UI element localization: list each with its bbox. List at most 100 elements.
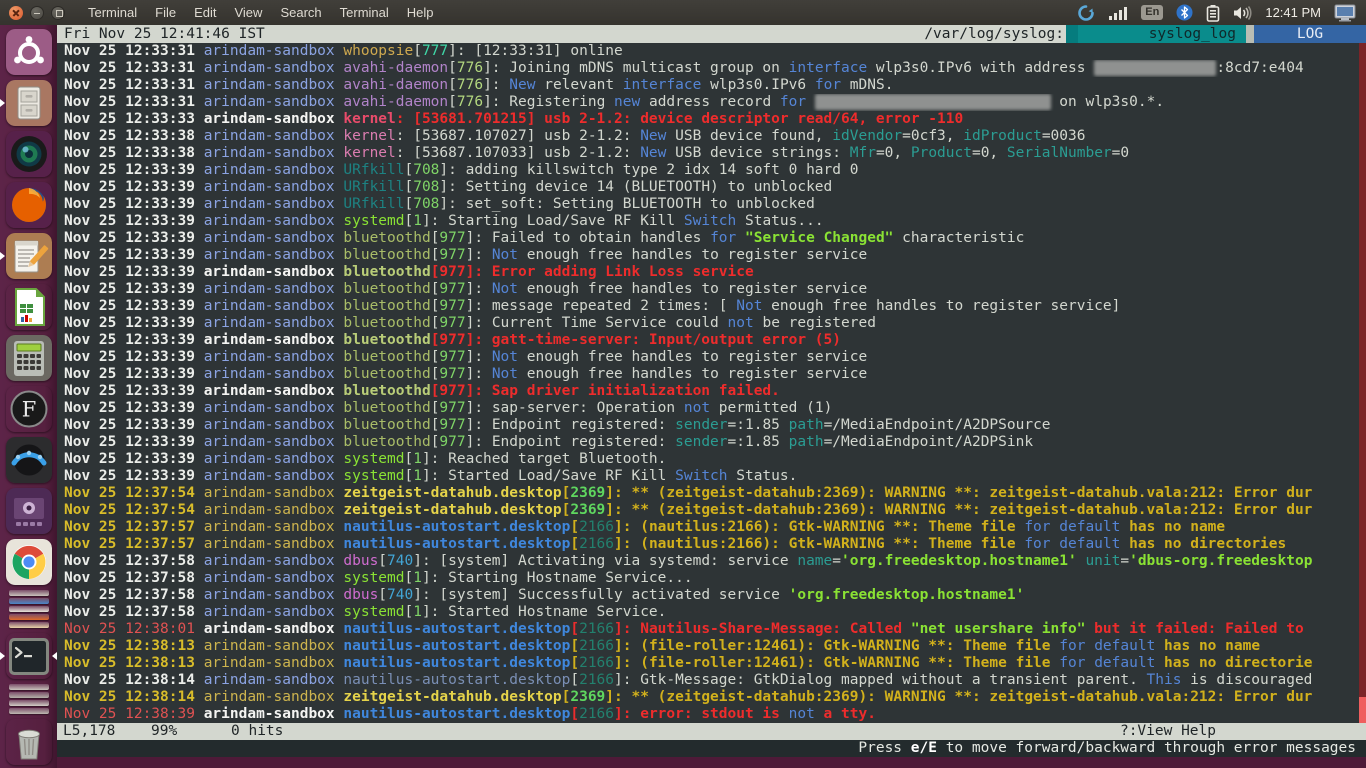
log-line: Nov 25 12:33:31 arindam-sandbox avahi-da… xyxy=(57,94,1366,111)
log-line: Nov 25 12:37:58 arindam-sandbox systemd[… xyxy=(57,604,1366,621)
stacked-app-sliver xyxy=(9,700,49,706)
menu-help-6[interactable]: Help xyxy=(398,0,443,25)
launcher-item-camera[interactable] xyxy=(0,131,57,177)
stacked-app-sliver xyxy=(9,614,49,620)
terminal-icon xyxy=(6,633,52,679)
log-view: Nov 25 12:33:31 arindam-sandbox whoopsie… xyxy=(57,43,1366,723)
log-line: Nov 25 12:38:39 arindam-sandbox nautilus… xyxy=(57,706,1366,723)
lnav-header-gap xyxy=(1246,25,1254,43)
keyboard-layout-indicator[interactable]: En xyxy=(1141,5,1163,20)
log-line: Nov 25 12:33:39 arindam-sandbox bluetoot… xyxy=(57,230,1366,247)
launcher-item-calculator[interactable] xyxy=(0,335,57,381)
log-line: Nov 25 12:37:54 arindam-sandbox zeitgeis… xyxy=(57,485,1366,502)
launcher-item-files[interactable] xyxy=(0,80,57,126)
camera-icon xyxy=(6,131,52,177)
launcher-item-terminal[interactable] xyxy=(0,633,57,679)
log-line: Nov 25 12:33:31 arindam-sandbox avahi-da… xyxy=(57,60,1366,77)
menu-edit-2[interactable]: Edit xyxy=(185,0,225,25)
maximize-button[interactable] xyxy=(51,6,65,20)
log-line: Nov 25 12:33:31 arindam-sandbox whoopsie… xyxy=(57,43,1366,60)
log-line: Nov 25 12:37:58 arindam-sandbox dbus[740… xyxy=(57,587,1366,604)
lnav-mode-badge: LOG xyxy=(1254,25,1366,43)
log-line: Nov 25 12:33:39 arindam-sandbox bluetoot… xyxy=(57,349,1366,366)
battery-icon[interactable] xyxy=(1206,4,1220,22)
log-line: Nov 25 12:33:39 arindam-sandbox bluetoot… xyxy=(57,332,1366,349)
close-button[interactable] xyxy=(9,6,23,20)
launcher-item-libreoffice-calc[interactable] xyxy=(0,284,57,330)
lnav-header: Fri Nov 25 12:41:46 IST /var/log/syslog:… xyxy=(57,25,1366,43)
menubar: TerminalFileEditViewSearchTerminalHelp E… xyxy=(0,0,1366,25)
lnav-clock: Fri Nov 25 12:41:46 IST xyxy=(57,25,265,43)
stacked-app-sliver xyxy=(9,684,49,690)
fold-lower-stack-icon[interactable] xyxy=(0,684,57,714)
log-line: Nov 25 12:37:54 arindam-sandbox zeitgeis… xyxy=(57,502,1366,519)
launcher-item-openshot[interactable] xyxy=(0,437,57,483)
clock[interactable]: 12:41 PM xyxy=(1265,5,1321,20)
log-line: Nov 25 12:33:39 arindam-sandbox systemd[… xyxy=(57,451,1366,468)
running-indicator xyxy=(0,252,5,260)
log-line: Nov 25 12:33:31 arindam-sandbox avahi-da… xyxy=(57,77,1366,94)
menu-terminal-0[interactable]: Terminal xyxy=(79,0,146,25)
fold-upper-stack-icon[interactable] xyxy=(0,590,57,628)
log-line: Nov 25 12:33:39 arindam-sandbox bluetoot… xyxy=(57,417,1366,434)
log-line: Nov 25 12:38:14 arindam-sandbox nautilus… xyxy=(57,672,1366,689)
launcher-item-trash[interactable] xyxy=(0,719,57,765)
log-line: Nov 25 12:33:38 arindam-sandbox kernel: … xyxy=(57,128,1366,145)
stacked-app-sliver xyxy=(9,606,49,612)
log-line: Nov 25 12:33:39 arindam-sandbox URfkill[… xyxy=(57,179,1366,196)
session-menu-icon[interactable] xyxy=(1334,4,1356,22)
log-line: Nov 25 12:33:39 arindam-sandbox bluetoot… xyxy=(57,264,1366,281)
stacked-app-sliver xyxy=(9,692,49,698)
lnav-filter-badge: syslog_log xyxy=(1078,25,1246,43)
sync-icon[interactable] xyxy=(1077,4,1095,22)
log-line: Nov 25 12:33:39 arindam-sandbox bluetoot… xyxy=(57,247,1366,264)
launcher-item-firefox[interactable] xyxy=(0,182,57,228)
menu-bar-items: TerminalFileEditViewSearchTerminalHelp xyxy=(79,0,443,25)
volume-icon[interactable] xyxy=(1233,5,1252,21)
terminal-window[interactable]: Fri Nov 25 12:41:46 IST /var/log/syslog:… xyxy=(57,25,1366,757)
stacked-app-sliver xyxy=(9,622,49,628)
hint-key: e/E xyxy=(911,740,937,756)
f-app-icon: F xyxy=(6,386,52,432)
openshot-icon xyxy=(6,437,52,483)
launcher-item-f-app[interactable]: F xyxy=(0,386,57,432)
log-line: Nov 25 12:33:39 arindam-sandbox bluetoot… xyxy=(57,366,1366,383)
running-indicator xyxy=(0,652,5,660)
log-line: Nov 25 12:33:38 arindam-sandbox kernel: … xyxy=(57,145,1366,162)
log-line: Nov 25 12:33:39 arindam-sandbox bluetoot… xyxy=(57,400,1366,417)
launcher-item-dash-home[interactable] xyxy=(0,29,57,75)
dash-home-icon xyxy=(6,29,52,75)
launcher-item-media-player[interactable] xyxy=(0,488,57,534)
minimize-button[interactable] xyxy=(30,6,44,20)
launcher-item-text-editor[interactable] xyxy=(0,233,57,279)
network-signal-icon[interactable] xyxy=(1108,5,1128,21)
log-line: Nov 25 12:33:39 arindam-sandbox bluetoot… xyxy=(57,298,1366,315)
calculator-icon xyxy=(6,335,52,381)
log-line: Nov 25 12:38:14 arindam-sandbox zeitgeis… xyxy=(57,689,1366,706)
log-line: Nov 25 12:38:13 arindam-sandbox nautilus… xyxy=(57,638,1366,655)
scrollbar[interactable] xyxy=(1359,43,1366,723)
launcher-item-chrome[interactable] xyxy=(0,539,57,585)
libreoffice-calc-icon xyxy=(6,284,52,330)
cursor-position: L5,178 xyxy=(57,723,151,740)
window-controls xyxy=(9,6,65,20)
log-line: Nov 25 12:37:57 arindam-sandbox nautilus… xyxy=(57,536,1366,553)
menu-terminal-5[interactable]: Terminal xyxy=(331,0,398,25)
stacked-app-sliver xyxy=(9,708,49,714)
scrollbar-thumb[interactable] xyxy=(1359,697,1366,723)
desktop: TerminalFileEditViewSearchTerminalHelp E… xyxy=(0,0,1366,768)
menu-view-3[interactable]: View xyxy=(225,0,271,25)
launcher-item-fold-upper[interactable] xyxy=(0,590,57,628)
bluetooth-icon[interactable] xyxy=(1176,4,1193,21)
log-line: Nov 25 12:37:57 arindam-sandbox nautilus… xyxy=(57,519,1366,536)
launcher-item-fold-lower[interactable] xyxy=(0,684,57,714)
lnav-cursor-cell xyxy=(1066,25,1078,43)
log-line: Nov 25 12:33:39 arindam-sandbox bluetoot… xyxy=(57,383,1366,400)
firefox-icon xyxy=(6,182,52,228)
menu-search-4[interactable]: Search xyxy=(271,0,330,25)
menu-file-1[interactable]: File xyxy=(146,0,185,25)
lnav-hint-bar: Press e/E to move forward/backward throu… xyxy=(57,740,1366,757)
log-line: Nov 25 12:38:01 arindam-sandbox nautilus… xyxy=(57,621,1366,638)
lnav-file-path: /var/log/syslog: xyxy=(924,25,1064,43)
trash-icon xyxy=(6,719,52,765)
